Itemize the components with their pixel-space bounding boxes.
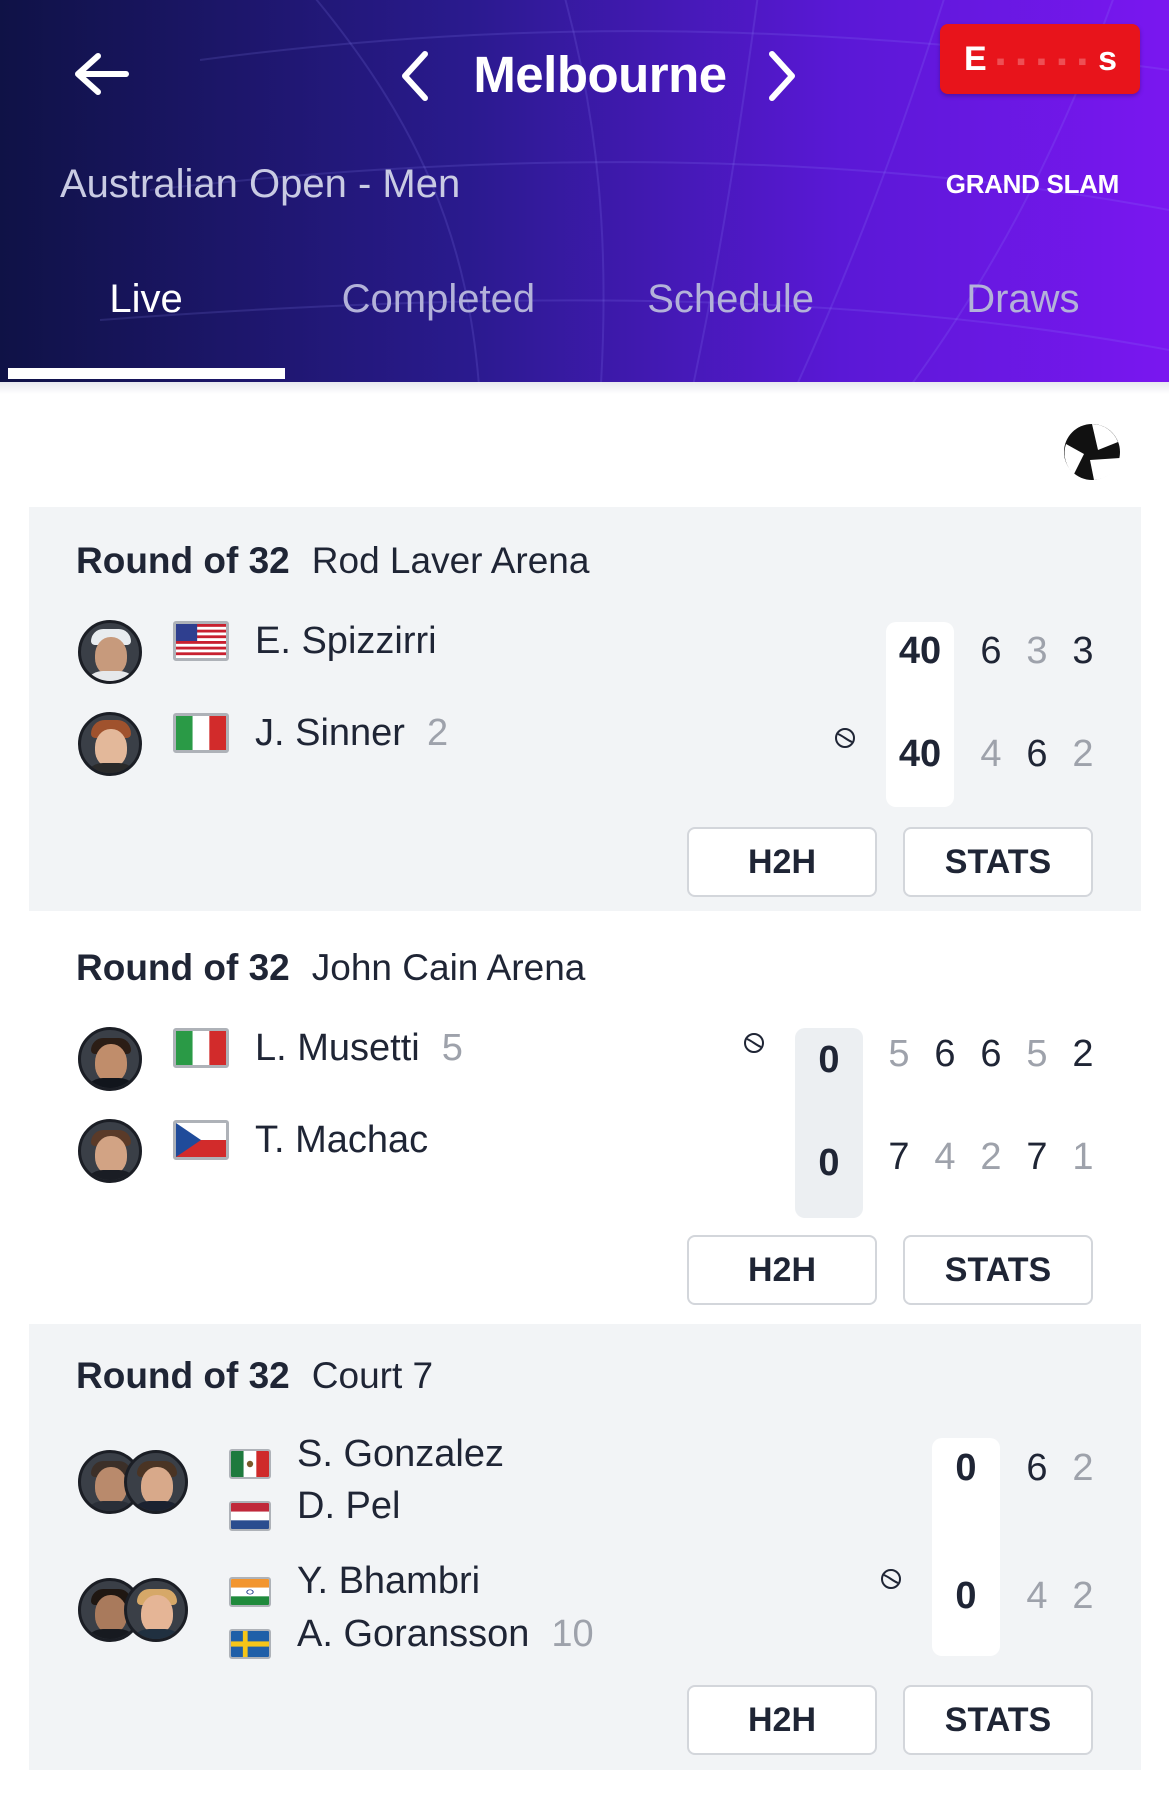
player-name: L. Musetti 5 bbox=[255, 1027, 463, 1069]
h2h-button[interactable]: H2H bbox=[687, 1685, 877, 1755]
player-avatar bbox=[124, 1450, 188, 1514]
player-name: Y. Bhambri bbox=[297, 1560, 481, 1602]
current-game-points: 0 0 bbox=[795, 1028, 863, 1218]
serving-ball-icon bbox=[835, 728, 855, 748]
player-avatar bbox=[124, 1578, 188, 1642]
sponsor-logo-text: E bbox=[964, 40, 987, 78]
italy-flag-icon bbox=[173, 713, 229, 753]
tournament-name: Australian Open - Men bbox=[60, 162, 461, 206]
game-points: 40 bbox=[898, 733, 942, 775]
match-card[interactable]: Round of 32 Court 7 S. Gonzalez D. Pel Y.… bbox=[29, 1324, 1141, 1770]
game-points: 0 bbox=[818, 1039, 840, 1081]
player-name: E. Spizzirri bbox=[255, 620, 437, 662]
set-score: 6 bbox=[934, 1033, 956, 1075]
tournament-category: GRAND SLAM bbox=[945, 169, 1120, 199]
set-score: 2 bbox=[1072, 1447, 1094, 1489]
stats-button[interactable]: STATS bbox=[903, 827, 1093, 897]
sweden-flag-icon bbox=[229, 1629, 271, 1659]
match-court: Court 7 bbox=[311, 1355, 434, 1396]
game-points: 40 bbox=[898, 630, 942, 672]
sponsor-logo-blurred: ▪ ▪ ▪ ▪ ▪ bbox=[986, 46, 1099, 76]
player-avatar bbox=[78, 1119, 142, 1183]
player-avatar bbox=[78, 712, 142, 776]
match-card[interactable]: Round of 32 John Cain Arena L. Musetti 5 T… bbox=[29, 911, 1141, 1324]
set-score: 1 bbox=[1072, 1136, 1094, 1178]
match-header: Round of 32 Court 7 bbox=[76, 1352, 433, 1400]
player-avatar bbox=[78, 1027, 142, 1091]
set-score: 7 bbox=[1026, 1136, 1048, 1178]
player-seed: 2 bbox=[426, 712, 449, 754]
match-header: Round of 32 John Cain Arena bbox=[76, 944, 585, 992]
set-score: 3 bbox=[1026, 630, 1048, 672]
player-name: T. Machac bbox=[255, 1119, 429, 1161]
tab-completed[interactable]: Completed bbox=[292, 262, 584, 336]
set-score: 4 bbox=[980, 733, 1002, 775]
match-card[interactable]: Round of 32 Rod Laver Arena E. Spizzirri … bbox=[29, 507, 1141, 911]
header-shadow bbox=[0, 382, 1169, 394]
chevron-right-icon[interactable] bbox=[762, 48, 802, 104]
active-tab-indicator bbox=[8, 368, 285, 379]
stats-button[interactable]: STATS bbox=[903, 1235, 1093, 1305]
h2h-button[interactable]: H2H bbox=[687, 827, 877, 897]
usa-flag-icon bbox=[173, 621, 229, 661]
set-score: 6 bbox=[1026, 1447, 1048, 1489]
city-title: Melbourne bbox=[473, 46, 727, 103]
player-seed: 5 bbox=[441, 1027, 463, 1069]
set-score: 2 bbox=[1072, 1575, 1094, 1617]
game-points: 0 bbox=[955, 1575, 977, 1617]
netherlands-flag-icon bbox=[229, 1501, 271, 1531]
match-court: Rod Laver Arena bbox=[311, 540, 590, 581]
set-score: 5 bbox=[888, 1033, 910, 1075]
player-name: A. Goransson 10 bbox=[297, 1613, 594, 1655]
tab-draws[interactable]: Draws bbox=[877, 262, 1169, 336]
set-score: 4 bbox=[1026, 1575, 1048, 1617]
h2h-button[interactable]: H2H bbox=[687, 1235, 877, 1305]
player-name: D. Pel bbox=[297, 1485, 401, 1527]
set-score: 2 bbox=[1072, 1033, 1094, 1075]
set-score: 3 bbox=[1072, 630, 1094, 672]
match-court: John Cain Arena bbox=[311, 947, 586, 988]
italy-flag-icon bbox=[173, 1028, 229, 1068]
current-game-points: 0 0 bbox=[932, 1438, 1000, 1656]
set-score: 2 bbox=[1072, 733, 1094, 775]
set-score: 6 bbox=[980, 1033, 1002, 1075]
player-avatar bbox=[78, 620, 142, 684]
player-name: S. Gonzalez bbox=[297, 1433, 504, 1475]
stats-button[interactable]: STATS bbox=[903, 1685, 1093, 1755]
set-score: 2 bbox=[980, 1136, 1002, 1178]
mexico-flag-icon bbox=[229, 1449, 271, 1479]
match-round: Round of 32 bbox=[76, 540, 290, 581]
serving-ball-icon bbox=[744, 1033, 764, 1053]
refresh-icon[interactable] bbox=[1060, 420, 1124, 484]
match-round: Round of 32 bbox=[76, 1355, 290, 1396]
match-header: Round of 32 Rod Laver Arena bbox=[76, 537, 589, 585]
serving-ball-icon bbox=[881, 1569, 901, 1589]
game-points: 0 bbox=[818, 1142, 840, 1184]
team-seed: 10 bbox=[551, 1613, 594, 1655]
sponsor-logo-tail: s bbox=[1098, 40, 1118, 78]
back-arrow-icon[interactable] bbox=[70, 48, 130, 100]
chevron-left-icon[interactable] bbox=[395, 48, 435, 104]
set-score: 7 bbox=[888, 1136, 910, 1178]
player-name: J. Sinner 2 bbox=[255, 712, 449, 754]
app-header: Melbourne E ▪ ▪ ▪ ▪ ▪ s Australian Open … bbox=[0, 0, 1169, 382]
game-points: 0 bbox=[955, 1447, 977, 1489]
set-score: 5 bbox=[1026, 1033, 1048, 1075]
set-score: 6 bbox=[980, 630, 1002, 672]
current-game-points: 40 40 bbox=[886, 622, 954, 807]
tab-bar: Live Completed Schedule Draws bbox=[0, 262, 1169, 336]
india-flag-icon bbox=[229, 1577, 271, 1607]
tab-live[interactable]: Live bbox=[0, 262, 292, 336]
match-round: Round of 32 bbox=[76, 947, 290, 988]
set-score: 6 bbox=[1026, 733, 1048, 775]
set-score: 4 bbox=[934, 1136, 956, 1178]
czech-flag-icon bbox=[173, 1120, 229, 1160]
tab-schedule[interactable]: Schedule bbox=[585, 262, 877, 336]
sponsor-logo[interactable]: E ▪ ▪ ▪ ▪ ▪ s bbox=[940, 24, 1140, 94]
